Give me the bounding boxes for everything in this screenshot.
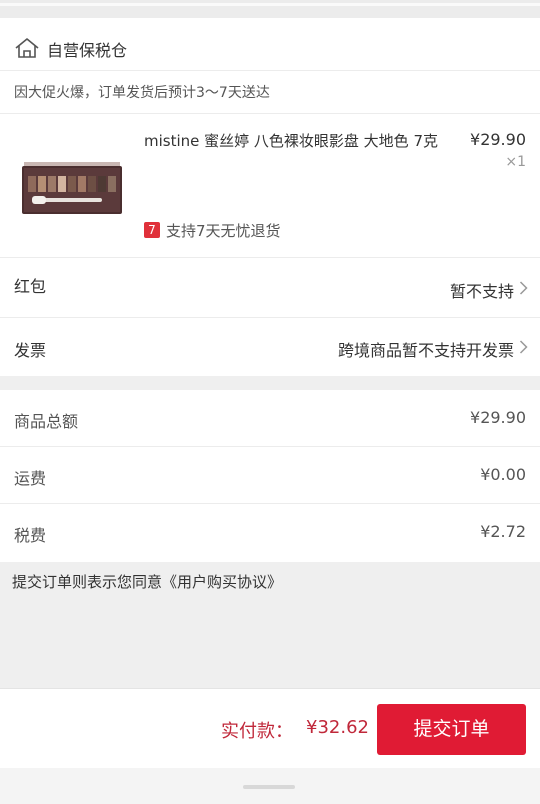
product-quantity: ×1 [505, 154, 526, 170]
tax-label: 税费 [14, 526, 47, 545]
product-thumbnail[interactable] [14, 134, 130, 246]
system-nav-area [0, 768, 540, 804]
red-packet-value: 暂不支持 [449, 282, 514, 301]
price-summary: 商品总额 ¥29.90 运费 ¥0.00 税费 ¥2.72 [0, 390, 540, 562]
shipping-label: 运费 [14, 469, 47, 488]
pay-label: 实付款： [221, 721, 293, 742]
invoice-row[interactable]: 发票 跨境商品暂不支持开发票 [0, 318, 540, 376]
checkout-bar: 实付款： ¥32.62 提交订单 [0, 688, 540, 768]
shipping-amount: ¥0.00 [480, 465, 526, 484]
product-name[interactable]: mistine 蜜丝婷 八色裸妆眼影盘 大地色 7克 [144, 130, 438, 151]
home-indicator[interactable] [243, 785, 295, 789]
top-strip [0, 0, 540, 18]
top-strip-line [0, 3, 540, 6]
goods-total-row: 商品总额 ¥29.90 [0, 390, 540, 447]
chevron-right-icon [519, 340, 528, 354]
red-packet-row[interactable]: 红包 暂不支持 [0, 258, 540, 318]
shipping-notice-text: 因大促火爆，订单发货后预计3～7天送达 [14, 85, 270, 101]
home-icon [15, 38, 39, 58]
goods-total-amount: ¥29.90 [470, 408, 526, 427]
order-card: 自营保税仓 因大促火爆，订单发货后预计3～7天送达 mistine 蜜丝婷 八色… [0, 18, 540, 376]
tax-row: 税费 ¥2.72 [0, 504, 540, 561]
store-name: 自营保税仓 [47, 41, 128, 60]
invoice-value: 跨境商品暂不支持开发票 [337, 341, 514, 360]
invoice-label: 发票 [14, 341, 47, 360]
chevron-right-icon [519, 281, 528, 295]
product-row[interactable]: mistine 蜜丝婷 八色裸妆眼影盘 大地色 7克 ¥29.90 ×1 7 支… [0, 114, 540, 258]
shipping-row: 运费 ¥0.00 [0, 447, 540, 504]
store-row[interactable]: 自营保税仓 [0, 18, 540, 71]
purchase-agreement[interactable]: 提交订单则表示您同意《用户购买协议》 [12, 571, 282, 592]
pay-amount: ¥32.62 [306, 717, 369, 738]
return-policy: 支持7天无忧退货 [166, 222, 281, 240]
product-price: ¥29.90 [470, 130, 526, 149]
shipping-notice: 因大促火爆，订单发货后预计3～7天送达 [0, 71, 540, 114]
goods-total-label: 商品总额 [14, 412, 79, 431]
tax-amount: ¥2.72 [480, 522, 526, 541]
red-packet-label: 红包 [14, 277, 47, 296]
return-badge-icon: 7 [144, 222, 160, 238]
submit-order-button[interactable]: 提交订单 [377, 704, 526, 755]
